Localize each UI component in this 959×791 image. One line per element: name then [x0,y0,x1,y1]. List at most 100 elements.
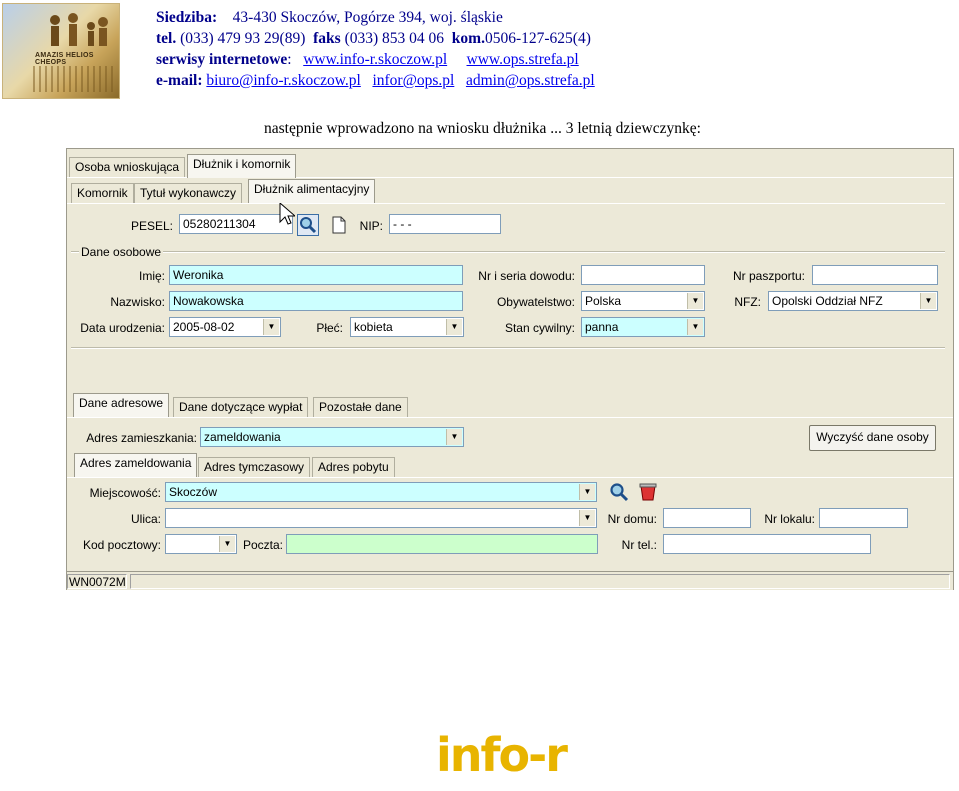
subtab-strip-line [67,203,945,204]
application-window: Osoba wnioskująca Dłużnik i komornik Kom… [66,148,954,590]
dropdown-arrow-icon[interactable]: ▼ [920,293,936,309]
nfz-select[interactable]: Opolski Oddział NFZ ▼ [768,291,938,311]
status-panel [130,574,950,589]
tab-komornik[interactable]: Komornik [71,183,134,203]
adres-zamieszkania-label: Adres zamieszkania: [86,431,197,445]
nr-domu-label: Nr domu: [607,512,657,526]
family-figures-icon [50,13,108,46]
header-address-line: Siedziba: 43-430 Skoczów, Pogórze 394, w… [156,9,503,27]
logo-hieroglyphs [33,66,117,92]
www-info-r-link[interactable]: www.info-r.skoczow.pl [303,51,447,68]
new-document-button[interactable] [328,214,350,236]
search-icon [300,217,317,234]
logo-text: AMAZIS HELIOS CHEOPS [35,52,94,66]
plec-label: Płeć: [316,321,343,335]
tab-pozostale-dane[interactable]: Pozostałe dane [313,397,408,417]
dane-osobowe-title: Dane osobowe [79,245,164,259]
search-icon [610,483,629,502]
nr-lokalu-input[interactable] [819,508,908,528]
faks-value: (033) 853 04 06 [344,30,445,47]
miejscowosc-delete-button[interactable] [637,481,659,503]
tab-dluznik-i-komornik[interactable]: Dłużnik i komornik [187,154,297,178]
nr-dowodu-input[interactable] [581,265,705,285]
tab-tytul-wykonawczy[interactable]: Tytuł wykonawczy [134,183,243,203]
dropdown-arrow-icon[interactable]: ▼ [263,319,279,335]
faks-label: faks [313,30,341,47]
data-urodzenia-select[interactable]: 2005-08-02 ▼ [169,317,281,337]
nr-lokalu-label: Nr lokalu: [764,512,815,526]
kod-pocztowy-label: Kod pocztowy: [82,538,161,552]
siedziba-value: 43-430 Skoczów, Pogórze 394, woj. śląski… [232,9,503,26]
tab-adres-pobytu[interactable]: Adres pobytu [312,457,395,477]
tab-dluznik-alimentacyjny[interactable]: Dłużnik alimentacyjny [248,179,376,203]
dropdown-arrow-icon[interactable]: ▼ [579,510,595,526]
email-biuro-link[interactable]: biuro@info-r.skoczow.pl [206,72,360,89]
header-phone-line: tel. (033) 479 93 29(89) faks (033) 853 … [156,30,591,48]
plec-select[interactable]: kobieta ▼ [350,317,464,337]
dropdown-arrow-icon[interactable]: ▼ [687,293,703,309]
tab-dane-adresowe[interactable]: Dane adresowe [73,393,170,417]
dropdown-arrow-icon[interactable]: ▼ [687,319,703,335]
miejscowosc-label: Miejscowość: [89,486,161,500]
intro-text: następnie wprowadzono na wniosku dłużnik… [264,120,701,137]
pesel-input[interactable]: 05280211304 [179,214,293,234]
status-bar: WN0072M [67,571,953,590]
nazwisko-input[interactable]: Nowakowska [169,291,463,311]
nfz-value: Opolski Oddział NFZ [772,294,883,308]
tab-osoba-wnioskujaca[interactable]: Osoba wnioskująca [69,157,186,177]
header-email-line: e-mail: biuro@info-r.skoczow.pl infor@op… [156,72,595,90]
tab-adres-zameldowania[interactable]: Adres zameldowania [74,453,198,477]
header-web-line: serwisy internetowe: www.info-r.skoczow.… [156,51,579,69]
dropdown-arrow-icon[interactable]: ▼ [446,319,462,335]
mouse-cursor-icon [279,202,295,225]
nr-dowodu-label: Nr i seria dowodu: [478,269,575,283]
serwisy-label: serwisy internetowe [156,51,288,68]
serwisy-colon: : [287,51,292,68]
nfz-label: NFZ: [734,295,761,309]
poczta-label: Poczta: [243,538,284,552]
stan-cywilny-label: Stan cywilny: [504,321,575,335]
delete-icon [639,483,657,501]
kom-value: 0506-127-625(4) [484,30,591,47]
nr-paszportu-input[interactable] [812,265,938,285]
email-infor-link[interactable]: infor@ops.pl [372,72,454,89]
nr-tel-input[interactable] [663,534,871,554]
poczta-input[interactable] [286,534,598,554]
siedziba-label: Siedziba: [156,9,218,26]
nazwisko-label: Nazwisko: [110,295,165,309]
data-urodzenia-label: Data urodzenia: [80,321,165,335]
dropdown-arrow-icon[interactable]: ▼ [446,429,462,445]
dane-osobowe-bottom-line [71,347,945,349]
status-code: WN0072M [67,574,127,589]
nr-tel-label: Nr tel.: [621,538,657,552]
stan-cywilny-select[interactable]: panna ▼ [581,317,705,337]
adres-zamieszkania-select[interactable]: zameldowania ▼ [200,427,464,447]
imie-label: Imię: [138,269,165,283]
tel-value: (033) 479 93 29(89) [180,30,306,47]
dropdown-arrow-icon[interactable]: ▼ [219,536,235,552]
kom-label: kom. [451,30,485,47]
nip-label: NIP: [359,219,383,233]
imie-input[interactable]: Weronika [169,265,463,285]
nip-input[interactable]: - - - [389,214,501,234]
obywatelstwo-select[interactable]: Polska ▼ [581,291,705,311]
ulica-select[interactable]: ▼ [165,508,597,528]
email-admin-link[interactable]: admin@ops.strefa.pl [466,72,595,89]
new-document-icon [332,216,346,234]
obywatelstwo-label: Obywatelstwo: [496,295,575,309]
tab-dane-dotyczace-wyplat[interactable]: Dane dotyczące wypłat [173,397,309,417]
tab-adres-tymczasowy[interactable]: Adres tymczasowy [198,457,311,477]
pesel-search-button[interactable] [297,214,319,236]
stan-cywilny-value: panna [585,320,619,334]
nr-paszportu-label: Nr paszportu: [732,269,805,283]
clear-person-data-button[interactable]: Wyczyść dane osoby [809,425,936,451]
plec-value: kobieta [354,320,393,334]
dropdown-arrow-icon[interactable]: ▼ [579,484,595,500]
miejscowosc-select[interactable]: Skoczów ▼ [165,482,597,502]
miejscowosc-search-button[interactable] [608,481,630,503]
miejscowosc-value: Skoczów [169,485,218,499]
info-r-footer-logo: info-r [436,728,568,782]
nr-domu-input[interactable] [663,508,751,528]
kod-pocztowy-select[interactable]: ▼ [165,534,237,554]
www-ops-link[interactable]: www.ops.strefa.pl [467,51,579,68]
